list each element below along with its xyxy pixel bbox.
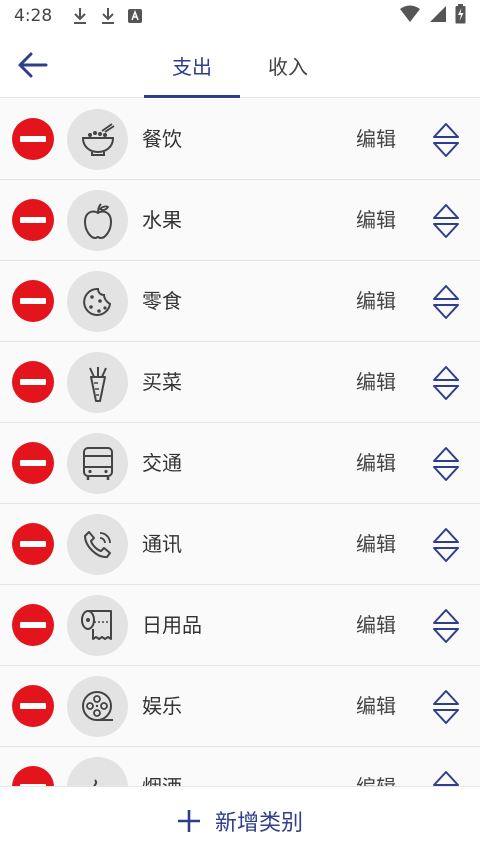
remove-category-button[interactable] [12,604,54,646]
sort-icon [433,447,459,481]
phone-icon [67,514,128,575]
sort-icon [433,528,459,562]
reorder-handle[interactable] [430,201,462,241]
remove-category-button[interactable] [12,118,54,160]
cookie-icon [67,271,128,332]
arrow-left-icon [18,52,48,78]
remove-category-button[interactable] [12,685,54,727]
wifi-icon [399,5,421,28]
status-bar: 4:28 [0,0,480,32]
add-category-label: 新增类别 [214,810,303,836]
category-name: 水果 [142,208,182,232]
reorder-handle[interactable] [430,120,462,160]
category-name: 娱乐 [142,694,182,718]
edit-category-button[interactable]: 编辑 [356,747,396,786]
sort-icon [433,366,459,400]
edit-category-button[interactable]: 编辑 [356,180,396,261]
download-icon [72,7,88,25]
battery-icon [455,3,466,29]
carrot-icon [67,352,128,413]
category-row: 日用品 编辑 [0,585,480,666]
remove-category-button[interactable] [12,442,54,484]
tab-expense[interactable]: 支出 [144,32,240,98]
edit-category-button[interactable]: 编辑 [356,666,396,747]
reorder-handle[interactable] [430,444,462,484]
edit-category-button[interactable]: 编辑 [356,423,396,504]
category-row: 娱乐 编辑 [0,666,480,747]
sort-icon [433,771,459,786]
category-row: 烟酒 编辑 [0,747,480,786]
reorder-handle[interactable] [430,363,462,403]
signal-icon [429,5,447,28]
reorder-handle[interactable] [430,768,462,786]
remove-category-button[interactable] [12,361,54,403]
category-row: 买菜 编辑 [0,342,480,423]
category-name: 交通 [142,451,182,475]
category-list[interactable]: 餐饮 编辑 水果 编辑 零食 编辑 买菜 编辑 交通 编辑 通讯 编辑 日用品 … [0,99,480,786]
edit-category-button[interactable]: 编辑 [356,261,396,342]
plus-icon [177,809,200,832]
reorder-handle[interactable] [430,687,462,727]
status-time: 4:28 [14,6,53,26]
apple-icon [67,190,128,251]
add-category-button[interactable]: 新增类别 [0,786,480,854]
sort-icon [433,285,459,319]
category-row: 通讯 编辑 [0,504,480,585]
app-notification-icon [128,9,143,23]
download-icon [100,7,116,25]
sort-icon [433,690,459,724]
rice-bowl-icon [67,109,128,170]
sort-icon [433,204,459,238]
category-row: 零食 编辑 [0,261,480,342]
smoke-icon [67,757,128,786]
status-indicators [399,3,466,29]
edit-category-button[interactable]: 编辑 [356,99,396,180]
film-reel-icon [67,676,128,737]
reorder-handle[interactable] [430,606,462,646]
bus-icon [67,433,128,494]
category-row: 餐饮 编辑 [0,99,480,180]
category-name: 日用品 [142,613,202,637]
sort-icon [433,123,459,157]
category-name: 买菜 [142,370,182,394]
remove-category-button[interactable] [12,280,54,322]
edit-category-button[interactable]: 编辑 [356,504,396,585]
category-name: 通讯 [142,532,182,556]
category-name: 烟酒 [142,747,182,786]
sort-icon [433,609,459,643]
toilet-paper-icon [67,595,128,656]
category-name: 餐饮 [142,127,182,151]
category-row: 水果 编辑 [0,180,480,261]
category-row: 交通 编辑 [0,423,480,504]
remove-category-button[interactable] [12,523,54,565]
remove-category-button[interactable] [12,199,54,241]
remove-category-button[interactable] [12,766,54,786]
category-name: 零食 [142,289,182,313]
header: 支出 收入 [0,32,480,98]
back-button[interactable] [16,50,50,80]
tab-income[interactable]: 收入 [240,32,336,98]
edit-category-button[interactable]: 编辑 [356,585,396,666]
reorder-handle[interactable] [430,282,462,322]
edit-category-button[interactable]: 编辑 [356,342,396,423]
reorder-handle[interactable] [430,525,462,565]
